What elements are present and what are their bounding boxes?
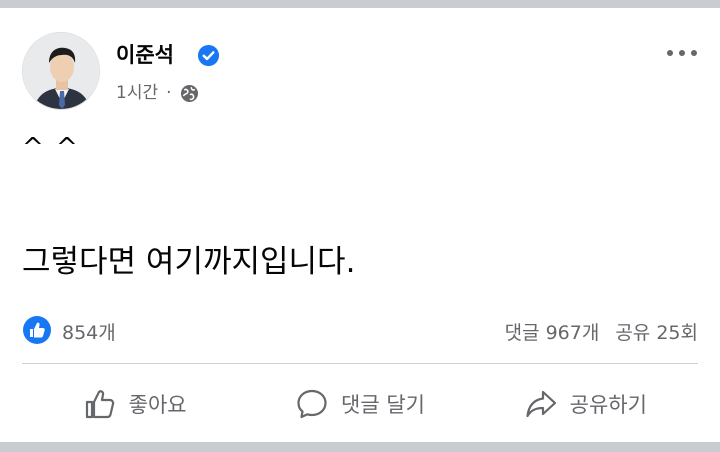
avatar[interactable] bbox=[22, 32, 100, 110]
post-header: 이준석 1시간 · bbox=[22, 32, 698, 110]
like-badge-icon[interactable] bbox=[22, 315, 52, 345]
meta-separator: · bbox=[166, 83, 172, 103]
comment-button[interactable]: 댓글 달기 bbox=[247, 382, 472, 426]
share-count[interactable]: 공유 25회 bbox=[615, 318, 698, 345]
more-icon[interactable] bbox=[666, 46, 698, 60]
verified-icon bbox=[197, 44, 220, 67]
like-button[interactable]: 좋아요 bbox=[22, 382, 247, 426]
post-text-line2: 그렇다면 여기까지입니다. bbox=[22, 244, 356, 280]
post-card: 이준석 1시간 · ^ ^ 그렇다면 여기까지입니다. 854개 댓글 967개 bbox=[0, 8, 720, 442]
post-meta: 1시간 · bbox=[116, 81, 199, 105]
comment-button-label: 댓글 달기 bbox=[341, 393, 425, 417]
divider bbox=[22, 363, 698, 364]
reactions-bar: 854개 댓글 967개 공유 25회 bbox=[22, 315, 698, 345]
like-button-label: 좋아요 bbox=[128, 393, 187, 417]
post-text-line1: ^ ^ bbox=[22, 133, 80, 163]
post-time[interactable]: 1시간 bbox=[116, 81, 158, 105]
like-count[interactable]: 854개 bbox=[62, 318, 116, 345]
comment-count[interactable]: 댓글 967개 bbox=[505, 318, 600, 345]
globe-icon bbox=[180, 84, 198, 102]
thumbs-up-icon bbox=[85, 390, 114, 419]
share-button-label: 공유하기 bbox=[569, 393, 647, 417]
comment-icon bbox=[297, 389, 327, 419]
share-icon bbox=[526, 390, 556, 418]
action-bar: 좋아요 댓글 달기 공유하기 bbox=[22, 382, 698, 426]
author-name[interactable]: 이준석 bbox=[116, 41, 174, 69]
share-button[interactable]: 공유하기 bbox=[473, 382, 698, 426]
engagement-stats: 댓글 967개 공유 25회 bbox=[505, 318, 698, 345]
